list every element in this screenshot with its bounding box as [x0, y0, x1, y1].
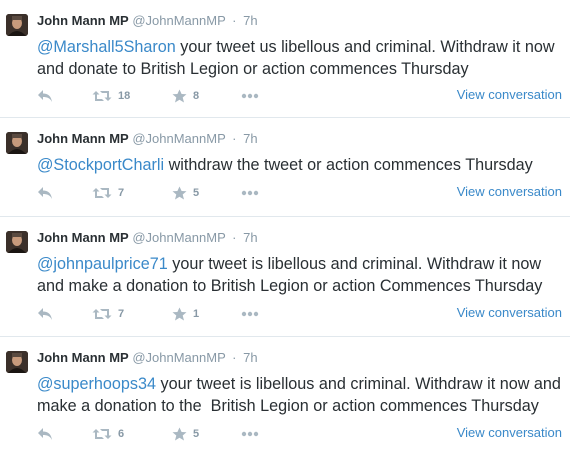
more-button[interactable] — [241, 185, 259, 201]
retweet-count: 18 — [118, 90, 131, 102]
tweet-actions: 7 5 View conversation — [37, 184, 562, 201]
author-handle[interactable]: @JohnMannMP — [132, 13, 225, 28]
star-icon — [172, 307, 187, 321]
more-button[interactable] — [241, 88, 259, 104]
author-name[interactable]: John Mann MP — [37, 230, 129, 245]
favorite-button[interactable]: 1 — [172, 306, 199, 322]
author-handle[interactable]: @JohnMannMP — [132, 230, 225, 245]
author-handle[interactable]: @JohnMannMP — [132, 350, 225, 365]
view-conversation-link[interactable]: View conversation — [457, 305, 562, 320]
tweet-text: @johnpaulprice71 your tweet is libellous… — [37, 253, 562, 297]
mention-link[interactable]: @johnpaulprice71 — [37, 255, 168, 273]
tweet-actions: 18 8 View conversation — [37, 87, 562, 104]
author-name[interactable]: John Mann MP — [37, 350, 129, 365]
retweet-button[interactable]: 7 — [92, 185, 124, 201]
retweet-icon — [92, 91, 112, 101]
retweet-icon — [92, 188, 112, 198]
star-icon — [172, 427, 187, 441]
reply-icon — [38, 428, 52, 440]
view-conversation-link[interactable]: View conversation — [457, 425, 562, 440]
mention-link[interactable]: @superhoops34 — [37, 375, 156, 393]
tweet-actions: 6 5 View conversation — [37, 425, 562, 442]
more-button[interactable] — [241, 306, 259, 322]
reply-icon — [38, 90, 52, 102]
reply-button[interactable] — [37, 88, 53, 104]
tweet-header: John Mann MP @JohnMannMP · 7h — [37, 12, 258, 29]
tweet-actions: 7 1 View conversation — [37, 305, 562, 322]
tweet-text: @Marshall5Sharon your tweet us libellous… — [37, 36, 562, 80]
favorite-button[interactable]: 5 — [172, 185, 199, 201]
view-conversation-link[interactable]: View conversation — [457, 184, 562, 199]
avatar[interactable] — [6, 351, 28, 373]
favorite-count: 8 — [193, 90, 200, 102]
avatar[interactable] — [6, 231, 28, 253]
tweet-text: @StockportCharli withdraw the tweet or a… — [37, 154, 562, 176]
timeline: John Mann MP @JohnMannMP · 7h @Marshall5… — [0, 0, 570, 450]
reply-button[interactable] — [37, 185, 53, 201]
timestamp[interactable]: 7h — [243, 131, 257, 146]
retweet-button[interactable]: 18 — [92, 88, 130, 104]
avatar[interactable] — [6, 132, 28, 154]
tweet[interactable]: John Mann MP @JohnMannMP · 7h @johnpaulp… — [0, 217, 570, 337]
tweet-header: John Mann MP @JohnMannMP · 7h — [37, 229, 258, 246]
author-handle[interactable]: @JohnMannMP — [132, 131, 225, 146]
mention-link[interactable]: @StockportCharli — [37, 156, 164, 174]
tweet-header: John Mann MP @JohnMannMP · 7h — [37, 349, 258, 366]
avatar[interactable] — [6, 14, 28, 36]
tweet-body: withdraw the tweet or action commences T… — [164, 156, 533, 174]
reply-button[interactable] — [37, 306, 53, 322]
retweet-button[interactable]: 6 — [92, 426, 124, 442]
mention-link[interactable]: @Marshall5Sharon — [37, 38, 176, 56]
separator: · — [232, 131, 237, 146]
timestamp[interactable]: 7h — [243, 13, 257, 28]
tweet[interactable]: John Mann MP @JohnMannMP · 7h @superhoop… — [0, 337, 570, 450]
timestamp[interactable]: 7h — [243, 350, 257, 365]
more-icon — [241, 311, 259, 317]
retweet-button[interactable]: 7 — [92, 306, 124, 322]
more-icon — [241, 190, 259, 196]
more-icon — [241, 431, 259, 437]
author-name[interactable]: John Mann MP — [37, 13, 129, 28]
reply-button[interactable] — [37, 426, 53, 442]
retweet-count: 7 — [118, 308, 125, 320]
reply-icon — [38, 308, 52, 320]
more-button[interactable] — [241, 426, 259, 442]
favorite-count: 1 — [193, 308, 200, 320]
retweet-count: 7 — [118, 187, 125, 199]
tweet-text: @superhoops34 your tweet is libellous an… — [37, 373, 562, 417]
more-icon — [241, 93, 259, 99]
tweet[interactable]: John Mann MP @JohnMannMP · 7h @Stockport… — [0, 118, 570, 217]
star-icon — [172, 186, 187, 200]
retweet-count: 6 — [118, 428, 125, 440]
reply-icon — [38, 187, 52, 199]
favorite-count: 5 — [193, 187, 200, 199]
separator: · — [232, 13, 237, 28]
view-conversation-link[interactable]: View conversation — [457, 87, 562, 102]
separator: · — [232, 350, 237, 365]
retweet-icon — [92, 429, 112, 439]
favorite-button[interactable]: 5 — [172, 426, 199, 442]
separator: · — [232, 230, 237, 245]
favorite-count: 5 — [193, 428, 200, 440]
tweet[interactable]: John Mann MP @JohnMannMP · 7h @Marshall5… — [0, 0, 570, 118]
star-icon — [172, 89, 187, 103]
favorite-button[interactable]: 8 — [172, 88, 199, 104]
author-name[interactable]: John Mann MP — [37, 131, 129, 146]
timestamp[interactable]: 7h — [243, 230, 257, 245]
tweet-header: John Mann MP @JohnMannMP · 7h — [37, 130, 258, 147]
retweet-icon — [92, 309, 112, 319]
